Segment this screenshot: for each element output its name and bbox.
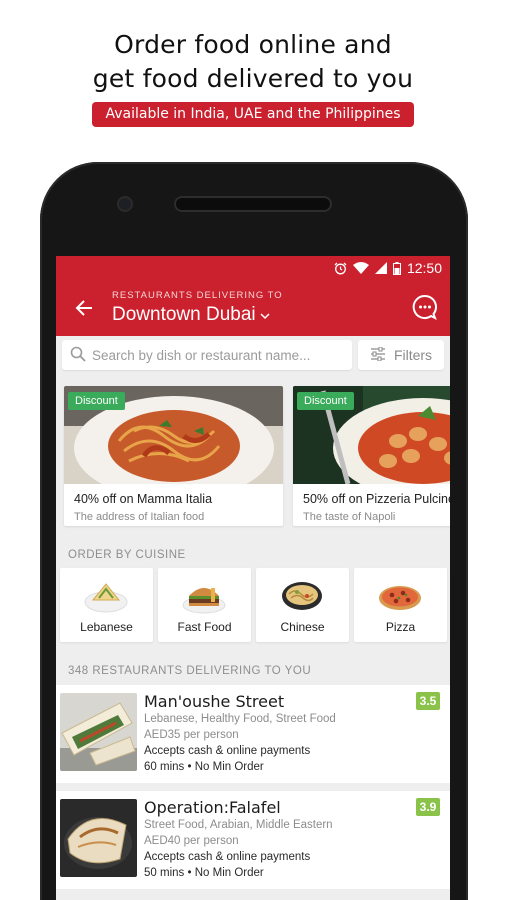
cuisine-label: Lebanese <box>80 620 133 634</box>
promo-headline: Order food online and get food delivered… <box>0 28 506 96</box>
app-screen: 12:50 RESTAURANTS DELIVERING TO Downtown… <box>56 256 450 900</box>
delivery-time: 50 mins <box>144 867 185 879</box>
spaghetti-image: Discount <box>64 386 283 484</box>
cuisine-label: Pizza <box>385 620 416 634</box>
filters-button[interactable]: Filters <box>358 340 444 370</box>
separator-dot: • <box>187 761 195 773</box>
headline-line-2: get food delivered to you <box>92 64 414 93</box>
burger-icon <box>182 588 226 614</box>
cuisine-list: Lebanese Fast Food Chinese Pizza <box>60 568 447 642</box>
headline-line-1: Order food online and <box>114 30 392 59</box>
location-selector[interactable]: Downtown Dubai <box>112 304 270 326</box>
restaurant-card[interactable]: Man'oushe Street 3.5 Lebanese, Healthy F… <box>56 685 450 783</box>
phone-camera <box>119 198 131 210</box>
battery-icon <box>392 261 401 275</box>
restaurant-name: Operation:Falafel <box>144 798 281 817</box>
offer-title: 50% off on Pizzeria Pulcinella <box>303 492 450 506</box>
noodles-bowl-icon <box>282 582 322 610</box>
restaurant-thumbnail <box>60 799 137 877</box>
availability-banner: Available in India, UAE and the Philippi… <box>92 102 414 127</box>
cuisine-pizza[interactable]: Pizza <box>354 568 447 642</box>
restaurant-thumbnail <box>60 693 137 771</box>
cuisine-label: Fast Food <box>177 620 232 634</box>
delivery-info: 50 mins • No Min Order <box>144 867 264 879</box>
search-input[interactable] <box>92 347 322 363</box>
search-box[interactable] <box>62 340 352 370</box>
status-bar: 12:50 <box>56 256 450 280</box>
phone-speaker <box>176 198 330 210</box>
restaurants-section-label: 348 RESTAURANTS DELIVERING TO YOU <box>68 665 312 677</box>
offers-carousel: Discount 40% off on Mamma Italia The add… <box>64 386 450 526</box>
app-bar: RESTAURANTS DELIVERING TO Downtown Dubai <box>56 280 450 336</box>
restaurant-payment: Accepts cash & online payments <box>144 851 311 863</box>
cuisine-chinese[interactable]: Chinese <box>256 568 349 642</box>
delivery-time: 60 mins <box>144 761 185 773</box>
restaurant-card[interactable]: Operation:Falafel 3.9 Street Food, Arabi… <box>56 791 450 889</box>
offer-card[interactable]: Discount 40% off on Mamma Italia The add… <box>64 386 283 526</box>
offer-title: 40% off on Mamma Italia <box>74 492 213 506</box>
location-name: Downtown Dubai <box>112 304 256 325</box>
rating-badge: 3.5 <box>416 692 440 710</box>
cuisine-fast-food[interactable]: Fast Food <box>158 568 251 642</box>
cuisine-section-label: ORDER BY CUISINE <box>68 549 186 561</box>
wifi-icon <box>352 262 369 274</box>
gnocchi-image: Discount <box>293 386 450 484</box>
restaurant-price: AED35 per person <box>144 729 239 741</box>
restaurant-cuisines: Lebanese, Healthy Food, Street Food <box>144 713 336 725</box>
status-time: 12:50 <box>406 260 442 276</box>
search-row: Filters <box>62 340 444 370</box>
pizza-icon <box>379 586 421 610</box>
lebanese-dish-icon <box>84 583 128 613</box>
search-icon <box>70 346 86 365</box>
offer-card[interactable]: Discount 50% off on Pizzeria Pulcinella … <box>293 386 450 526</box>
separator-dot: • <box>187 867 195 879</box>
rating-badge: 3.9 <box>416 798 440 816</box>
discount-badge: Discount <box>68 392 125 410</box>
back-arrow-icon[interactable] <box>72 296 96 320</box>
cuisine-label: Chinese <box>280 620 325 634</box>
min-order: No Min Order <box>194 761 264 773</box>
delivering-to-label: RESTAURANTS DELIVERING TO <box>112 290 283 301</box>
min-order: No Min Order <box>194 867 264 879</box>
restaurant-payment: Accepts cash & online payments <box>144 745 311 757</box>
restaurant-cuisines: Street Food, Arabian, Middle Eastern <box>144 819 333 831</box>
restaurant-name: Man'oushe Street <box>144 692 285 711</box>
sliders-icon <box>370 346 386 364</box>
alarm-icon <box>334 262 347 275</box>
discount-badge: Discount <box>297 392 354 410</box>
cuisine-lebanese[interactable]: Lebanese <box>60 568 153 642</box>
delivery-info: 60 mins • No Min Order <box>144 761 264 773</box>
filters-label: Filters <box>393 347 433 363</box>
signal-icon <box>374 262 387 274</box>
offer-subtitle: The taste of Napoli <box>303 511 396 523</box>
chat-icon[interactable] <box>412 294 438 321</box>
restaurant-price: AED40 per person <box>144 835 239 847</box>
offer-subtitle: The address of Italian food <box>74 511 205 523</box>
chevron-down-icon <box>260 304 270 326</box>
